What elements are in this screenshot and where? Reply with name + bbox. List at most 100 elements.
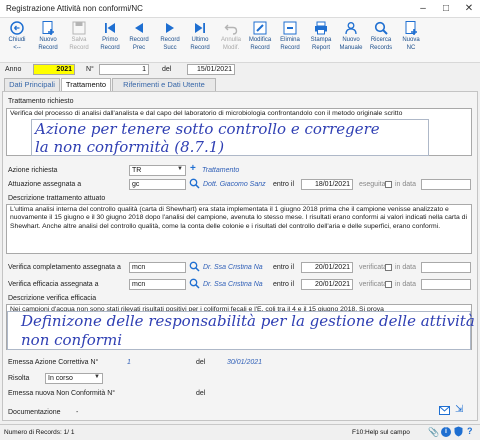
maximize-icon[interactable]: □: [435, 0, 457, 18]
toolbar-button-4[interactable]: Record Prec: [124, 20, 154, 62]
verifica-completamento-label: Verifica completamento assegnata a: [8, 264, 121, 271]
search-icon[interactable]: [189, 178, 200, 191]
minimize-icon[interactable]: –: [412, 0, 434, 18]
shield-icon[interactable]: [454, 426, 463, 439]
descrizione-trattamento-label: Descrizione trattamento attuato: [8, 195, 106, 202]
toolbar-button-label: Nuova: [402, 37, 420, 43]
toolbar-button-13[interactable]: Nuova NC: [396, 20, 426, 62]
verificata-efficacia-checkbox[interactable]: [385, 281, 392, 288]
toolbar-button-label: Ricerca: [370, 37, 392, 43]
data-field[interactable]: 15/01/2021: [187, 64, 235, 75]
verificata-checkbox[interactable]: [385, 264, 392, 271]
toolbar-button-6[interactable]: Ultimo Record: [185, 20, 215, 62]
tab-trattamento[interactable]: Trattamento: [61, 78, 111, 92]
tab-dati-principali[interactable]: Dati Principali: [4, 78, 60, 91]
risolta-label: Risolta: [8, 375, 30, 382]
toolbar-button-label: <--: [13, 45, 21, 51]
toolbar-button-label: Nuovo: [342, 37, 360, 43]
callout-responsabilita-line2: non conformi: [21, 331, 122, 349]
search-icon[interactable]: [189, 278, 200, 291]
close-window-icon[interactable]: ✕: [458, 0, 480, 18]
toolbar-button-label: Manuale: [339, 45, 363, 51]
attuazione-name: Dott. Giacomo Sanz: [203, 181, 266, 188]
toolbar-button-9[interactable]: Elimina Record: [275, 20, 305, 62]
toolbar-button-10[interactable]: Stampa Report: [306, 20, 336, 62]
azione-richiesta-label: Azione richiesta: [8, 167, 58, 174]
print-icon: [315, 21, 327, 35]
toolbar-button-label: Record: [250, 45, 270, 51]
previous-record-icon: [135, 23, 143, 33]
emessa-del-label: del: [196, 359, 206, 366]
attuazione-date[interactable]: 18/01/2021: [301, 179, 353, 190]
toolbar-button-label: Annulla: [220, 37, 241, 43]
descrizione-verifica-label: Descrizione verifica efficacia: [8, 295, 97, 302]
add-icon[interactable]: +: [190, 163, 196, 174]
toolbar-button-label: Elimina: [280, 37, 300, 43]
toolbar-button-5[interactable]: Record Succ: [155, 20, 185, 62]
verifica-completamento-field[interactable]: mcn: [129, 262, 186, 273]
help-icon[interactable]: ?: [467, 426, 473, 436]
azione-richiesta-link[interactable]: Trattamento: [202, 167, 239, 174]
edit-record-icon: [253, 21, 267, 35]
emessa-nuova-del-label: del: [196, 390, 206, 397]
eseguita-date[interactable]: [421, 179, 471, 190]
verifica-efficacia-label: Verifica efficacia assegnata a: [8, 281, 99, 288]
toolbar-button-label: Records: [369, 45, 393, 51]
toolbar-button-label: Succ: [163, 45, 177, 51]
trattamento-panel: Trattamento richiesto Verifica del proce…: [2, 91, 478, 421]
verifica-efficacia-in-data[interactable]: [421, 279, 471, 290]
in-data-label: in data: [395, 264, 417, 271]
next-record-icon: [166, 23, 174, 33]
numero-field[interactable]: 1: [99, 64, 149, 75]
expand-icon[interactable]: ⇲: [455, 404, 463, 415]
toolbar-button-label: Record: [38, 45, 58, 51]
toolbar-button-label: Modifica: [248, 37, 272, 43]
toolbar-button-7[interactable]: Annulla Modif.: [216, 20, 246, 62]
attuazione-field[interactable]: gc: [129, 179, 186, 190]
toolbar-button-label: Record: [129, 37, 149, 43]
delete-record-icon: [283, 21, 297, 35]
toolbar-button-3[interactable]: Primo Record: [95, 20, 125, 62]
first-record-icon: [105, 23, 115, 33]
verifica-completamento-date[interactable]: 20/01/2021: [301, 262, 353, 273]
search-icon[interactable]: [189, 261, 200, 274]
callout-azione-line2: la non conformità (8.7.1): [35, 138, 225, 156]
tab-riferimenti[interactable]: Riferimenti e Dati Utente: [112, 78, 216, 91]
toolbar-button-0[interactable]: Chiudi <--: [2, 20, 32, 62]
close-circle-icon: [10, 21, 24, 35]
toolbar: Chiudi <-- Nuovo Record Salva Record Primo Reco…: [0, 18, 480, 63]
new-manual-icon: [345, 22, 357, 35]
verifica-efficacia-field[interactable]: mcn: [129, 279, 186, 290]
n-label: N°: [86, 66, 94, 73]
toolbar-button-11[interactable]: Nuovo Manuale: [336, 20, 366, 62]
chevron-down-icon[interactable]: ▼: [94, 374, 100, 380]
last-record-icon: [195, 23, 205, 33]
toolbar-button-8[interactable]: Modifica Record: [245, 20, 275, 62]
documentazione-value[interactable]: -: [76, 409, 78, 416]
title-bar: Registrazione Attività non conformi/NC –…: [0, 0, 480, 18]
new-document-icon: [42, 21, 54, 35]
toolbar-button-1[interactable]: Nuovo Record: [33, 20, 63, 62]
toolbar-button-2[interactable]: Salva Record: [64, 20, 94, 62]
chevron-down-icon[interactable]: ▼: [177, 166, 183, 172]
verifica-efficacia-name: Dr. Ssa Cristina Na: [203, 281, 263, 288]
toolbar-button-label: Nuovo: [39, 37, 57, 43]
verifica-completamento-in-data[interactable]: [421, 262, 471, 273]
entro-il-label: entro il: [273, 281, 295, 288]
undo-icon: [224, 24, 238, 35]
toolbar-button-12[interactable]: Ricerca Records: [366, 20, 396, 62]
emessa-azione-value[interactable]: 1: [127, 359, 131, 366]
toolbar-button-label: Ultimo: [191, 37, 209, 43]
toolbar-button-label: Stampa: [310, 37, 332, 43]
eseguita-checkbox[interactable]: [385, 181, 392, 188]
save-icon: [72, 21, 86, 35]
descrizione-trattamento-text[interactable]: L'ultima analisi interna del controllo q…: [6, 204, 472, 254]
toolbar-button-label: Prec: [132, 45, 146, 51]
emessa-nuova-label: Emessa nuova Non Conformità N°: [8, 390, 116, 397]
info-icon[interactable]: i: [441, 427, 451, 437]
toolbar-button-label: Record: [160, 37, 180, 43]
verifica-efficacia-date[interactable]: 20/01/2021: [301, 279, 353, 290]
email-icon[interactable]: [439, 406, 450, 417]
attachment-icon[interactable]: 📎: [428, 427, 439, 438]
anno-field[interactable]: 2021: [33, 64, 75, 75]
